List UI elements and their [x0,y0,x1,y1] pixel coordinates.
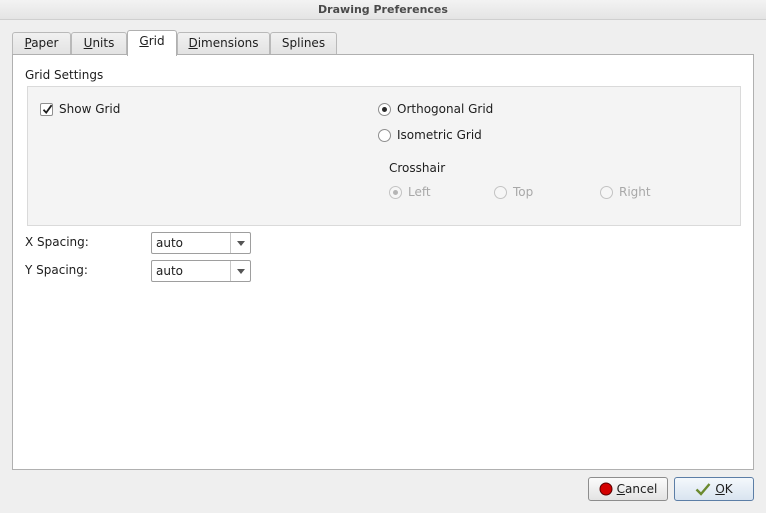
show-grid-label: Show Grid [59,102,121,116]
grid-settings-group: Show Grid Orthogonal Grid Isometric Grid… [27,86,741,226]
cancel-icon [599,482,613,496]
orthogonal-grid-radio[interactable] [378,102,391,116]
chevron-down-icon[interactable] [230,233,250,253]
crosshair-right-radio [600,185,613,199]
window-title: Drawing Preferences [318,3,448,16]
crosshair-right-option: Right [600,184,651,200]
crosshair-left-label: Left [408,185,431,199]
cancel-label: Cancel [616,482,658,496]
ok-label: OK [715,482,733,496]
cancel-button[interactable]: Cancel [588,477,668,501]
crosshair-top-label: Top [513,185,534,199]
x-spacing-value: auto [156,236,184,250]
isometric-grid-option[interactable]: Isometric Grid [378,127,482,143]
y-spacing-label: Y Spacing: [25,263,88,277]
tab-splines[interactable]: Splines [270,32,337,55]
crosshair-title: Crosshair [389,161,446,175]
orthogonal-grid-label: Orthogonal Grid [397,102,494,116]
window-titlebar: Drawing Preferences [0,0,766,20]
grid-settings-title: Grid Settings [25,68,104,82]
orthogonal-grid-option[interactable]: Orthogonal Grid [378,101,493,117]
x-spacing-label: X Spacing: [25,235,89,249]
isometric-grid-radio[interactable] [378,128,391,142]
chevron-down-icon[interactable] [230,261,250,281]
tab-units[interactable]: Units [71,32,127,55]
crosshair-right-label: Right [619,185,651,199]
tab-paper[interactable]: Paper [12,32,71,55]
crosshair-left-option: Left [389,184,431,200]
y-spacing-value: auto [156,264,184,278]
isometric-grid-label: Isometric Grid [397,128,482,142]
check-icon [42,104,53,114]
crosshair-top-option: Top [494,184,533,200]
x-spacing-combo[interactable]: auto [151,232,251,254]
tab-grid[interactable]: Grid [127,30,177,56]
show-grid-option[interactable]: Show Grid [40,101,120,117]
crosshair-left-radio [389,185,402,199]
ok-check-icon [695,483,711,496]
tab-dimensions[interactable]: Dimensions [177,32,270,55]
show-grid-checkbox[interactable] [40,102,53,116]
ok-button[interactable]: OK [674,477,754,501]
y-spacing-combo[interactable]: auto [151,260,251,282]
crosshair-top-radio [494,185,507,199]
grid-tab-panel: Grid Settings Show Grid Orthogonal Grid … [12,54,754,470]
